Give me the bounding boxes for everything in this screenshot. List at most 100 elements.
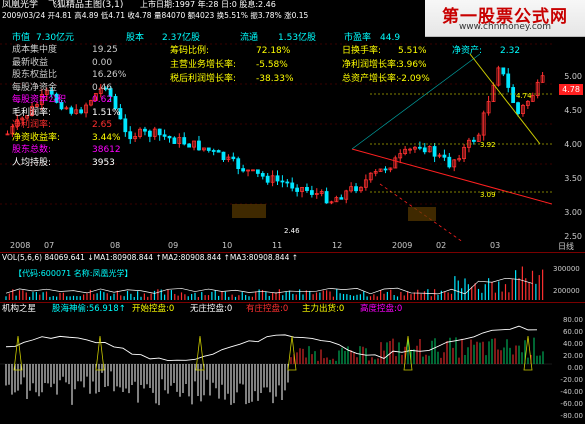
spike-marker (195, 335, 205, 371)
fundamental-label: 成本集中度 (12, 45, 58, 55)
stock-name: 凤凰光学 (2, 0, 39, 10)
price-tick: 5.00 (564, 72, 582, 81)
period-label[interactable]: 日线 (558, 241, 574, 252)
price-tick: 3.00 (564, 208, 582, 217)
indicator-axis: 80.00 60.00 40.00 20.00 0.00 -20.00 -40.00 -60.… (553, 316, 585, 424)
candle (511, 87, 516, 104)
quote-row: 2009/03/24 开4.81 高4.89 低4.71 收4.78 量8407… (2, 11, 309, 20)
indicator-axis-tick: 80.00 (562, 316, 583, 324)
candle (206, 147, 211, 151)
indicator-param: 高度控盘:0 (360, 304, 403, 314)
candle (143, 128, 147, 132)
candle (383, 168, 388, 171)
candle (172, 137, 177, 144)
net-assets-value: 2.32 (500, 46, 521, 56)
price-tick: 4.00 (564, 140, 582, 149)
candle (79, 109, 84, 114)
candle (471, 139, 476, 142)
candle (432, 146, 437, 157)
indicator-param: 有庄控盘:0 (246, 304, 289, 314)
fundamental-label: 最新收益 (12, 57, 49, 68)
shares-label: 股本 (126, 33, 145, 43)
asset-growth-value: -2.09% (398, 74, 430, 84)
candle (354, 186, 358, 192)
net-income-growth-value: 3.96% (398, 60, 427, 70)
fundamental-row: 最新收益 0.00 (12, 57, 112, 69)
fundamental-row: 毛利润率: 1.51% (12, 107, 121, 119)
fundamental-row: 净资收益率: 3.44% (12, 132, 121, 144)
candle (280, 180, 285, 183)
date-tick: 07 (44, 241, 55, 250)
date-tick: 09 (168, 241, 179, 250)
candle (236, 158, 241, 169)
candle (447, 156, 452, 168)
fundamental-label: 股东总数: (12, 145, 52, 155)
chart-template-title[interactable]: 飞狐精品主图(3,1) (48, 0, 123, 10)
fundamental-value: 0.46 (92, 82, 113, 93)
fundamental-value: 3.44% (92, 132, 121, 143)
indicator-axis-tick: 40.00 (562, 340, 583, 348)
candle (339, 197, 344, 200)
indicator-axis-tick: 20.00 (562, 352, 583, 360)
last-price-badge: 4.78 (559, 84, 583, 95)
fundamental-row: 成本集中度 19.25 (12, 45, 118, 56)
fundamental-label: 人均持股: (12, 157, 52, 168)
candle (211, 150, 216, 152)
fundamental-row: 人均持股: 3953 (12, 157, 115, 169)
market-cap-value: 7.30亿元 (36, 33, 75, 43)
low-price-label: 2.46 (284, 227, 300, 235)
fundamental-label: 净利润率: (12, 120, 52, 130)
indicator-axis-tick: 0.00 (567, 364, 583, 372)
candle (231, 156, 236, 160)
divider (0, 302, 585, 303)
candle (506, 73, 511, 88)
candle (241, 168, 246, 172)
fundamental-label: 每股净资金 (12, 82, 58, 93)
date-axis: 2008 07 08 09 10 11 12 2009 02 03 日线 (0, 241, 585, 251)
candle (216, 150, 221, 153)
indicator-axis-tick: -40.00 (560, 388, 583, 396)
candle (417, 146, 422, 149)
fundamental-value: 2.65 (92, 120, 113, 130)
indicator-param: 股海神偷:56.918↑ (52, 304, 126, 314)
fundamental-row: 每股资本公积 0.62 (12, 95, 112, 106)
float-value: 1.53亿股 (278, 33, 317, 43)
indicator-axis-tick: -20.00 (560, 376, 583, 384)
volume-axis-tick: 300000 (553, 265, 580, 273)
trend-line (351, 148, 552, 205)
candle (157, 128, 162, 136)
net-profit-growth-value: -38.33% (256, 74, 294, 84)
fundamental-label: 毛利润率: (12, 107, 52, 118)
indicator-name[interactable]: 机构之星 (2, 304, 36, 314)
pe-value: 44.9 (380, 33, 401, 43)
candle (197, 140, 201, 151)
candle (442, 154, 447, 158)
fundamental-label: 每股资本公积 (12, 95, 67, 105)
candle (123, 118, 128, 133)
volume-axis-tick: 200000 (553, 287, 580, 295)
candle (162, 134, 167, 137)
candle (147, 130, 152, 137)
net-assets-label: 净资产: (452, 46, 483, 56)
indicator-chart[interactable] (0, 316, 552, 424)
candle (285, 181, 290, 184)
price-tick: 4.50 (564, 106, 582, 115)
chip-ratio-label: 筹码比例: (170, 46, 210, 56)
fundamental-value: 19.25 (92, 45, 118, 55)
asset-growth-label: 总资产增长率: (342, 74, 400, 84)
indicator-axis-tick: -80.00 (560, 412, 583, 420)
fundamental-value: 1.51% (92, 107, 121, 118)
fundamental-label: 净资收益率: (12, 132, 61, 143)
revenue-growth-value: -5.58% (256, 60, 288, 70)
candle (295, 187, 300, 192)
turnover-value: 5.51% (398, 46, 427, 56)
candle (305, 187, 309, 191)
turnover-label: 日换手率: (342, 46, 382, 56)
pe-label: 市盈率 (344, 33, 372, 43)
indicator-param: 主力出货:0 (302, 304, 345, 314)
price-axis: 5.00 4.50 4.00 3.50 3.00 2.50 (552, 36, 585, 241)
level-label: 3.92 (480, 141, 496, 149)
shares-value: 2.37亿股 (162, 33, 201, 43)
candle (309, 190, 314, 195)
indicator-param: 开始控盘:0 (132, 304, 175, 314)
